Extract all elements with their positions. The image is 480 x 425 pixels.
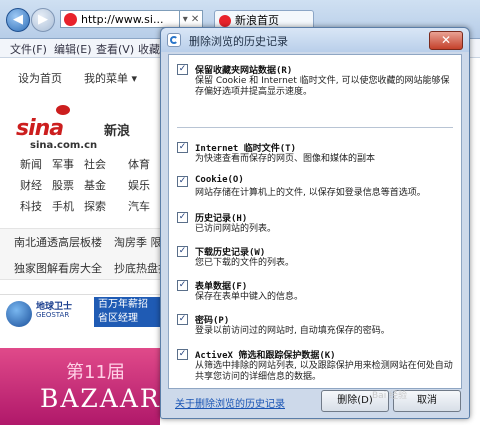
news-link[interactable]: 独家图解看房大全 xyxy=(14,260,102,276)
nav-link[interactable]: 汽车 xyxy=(128,198,150,214)
menu-edit[interactable]: 编辑(E) xyxy=(54,41,92,57)
nav-link[interactable]: 财经 xyxy=(20,177,42,193)
forward-button[interactable]: ▶ xyxy=(31,8,55,32)
geostar-ad[interactable]: 地球卫士 GEOSTAR 百万年薪招 省区经理 xyxy=(0,294,160,347)
menu-favorites[interactable]: 收藏 xyxy=(138,41,160,57)
nav-link[interactable]: 新闻 xyxy=(20,156,42,172)
checkbox[interactable]: ✓ xyxy=(177,212,188,223)
my-menu-link[interactable]: 我的菜单 ▾ xyxy=(84,70,137,86)
separator xyxy=(177,127,453,128)
options-panel: ✓ 保留收藏夹网站数据(R) 保留 Cookie 和 Internet 临时文件… xyxy=(168,54,462,389)
checkbox[interactable]: ✓ xyxy=(177,142,188,153)
news-link[interactable]: 南北通透高层板楼 xyxy=(14,234,102,250)
checkbox[interactable]: ✓ xyxy=(177,64,188,75)
checkbox[interactable]: ✓ xyxy=(177,176,188,187)
tab-title: 新浪首页 xyxy=(235,14,279,27)
nav-link[interactable]: 军事 xyxy=(52,156,74,172)
checkbox[interactable]: ✓ xyxy=(177,349,188,360)
ad-recruit-banner: 百万年薪招 省区经理 xyxy=(94,297,160,327)
web-page: 设为首页 我的菜单 ▾ sina 新浪 sina.com.cn 新闻 军事 社会… xyxy=(0,58,169,425)
nav-link[interactable]: 基金 xyxy=(84,177,106,193)
nav-link[interactable]: 科技 xyxy=(20,198,42,214)
nav-link[interactable]: 探索 xyxy=(84,198,106,214)
nav-link[interactable]: 社会 xyxy=(84,156,106,172)
bazaar-ad[interactable]: 第11届 BAZAAR xyxy=(0,348,160,425)
watermark: Bai 经验 xyxy=(372,391,408,401)
set-home-link[interactable]: 设为首页 xyxy=(18,70,62,86)
back-button[interactable]: ◀ xyxy=(6,8,30,32)
sina-favicon-icon xyxy=(219,15,231,27)
ie-icon xyxy=(167,33,181,47)
url-input[interactable]: http://www.si... xyxy=(60,10,180,28)
checkbox[interactable]: ✓ xyxy=(177,314,188,325)
nav-link[interactable]: 手机 xyxy=(52,198,74,214)
nav-link[interactable]: 娱乐 xyxy=(128,177,150,193)
about-delete-history-link[interactable]: 关于删除浏览的历史记录 xyxy=(175,395,285,410)
dialog-titlebar[interactable]: 删除浏览的历史记录 ✕ xyxy=(161,28,469,52)
dialog-title: 删除浏览的历史记录 xyxy=(189,35,288,48)
menu-file[interactable]: 文件(F) xyxy=(10,41,47,57)
checkbox[interactable]: ✓ xyxy=(177,246,188,257)
nav-link[interactable]: 股票 xyxy=(52,177,74,193)
close-button[interactable]: ✕ xyxy=(429,31,463,50)
delete-history-dialog: 删除浏览的历史记录 ✕ ✓ 保留收藏夹网站数据(R) 保留 Cookie 和 I… xyxy=(160,27,470,419)
globe-icon xyxy=(6,301,32,327)
menu-view[interactable]: 查看(V) xyxy=(96,41,134,57)
url-text: http://www.si... xyxy=(81,13,164,26)
news-link[interactable]: 淘房季 限 xyxy=(114,234,162,250)
checkbox[interactable]: ✓ xyxy=(177,280,188,291)
nav-link[interactable]: 体育 xyxy=(128,156,150,172)
site-icon xyxy=(64,13,77,26)
sina-logo[interactable]: sina 新浪 sina.com.cn xyxy=(16,114,141,151)
